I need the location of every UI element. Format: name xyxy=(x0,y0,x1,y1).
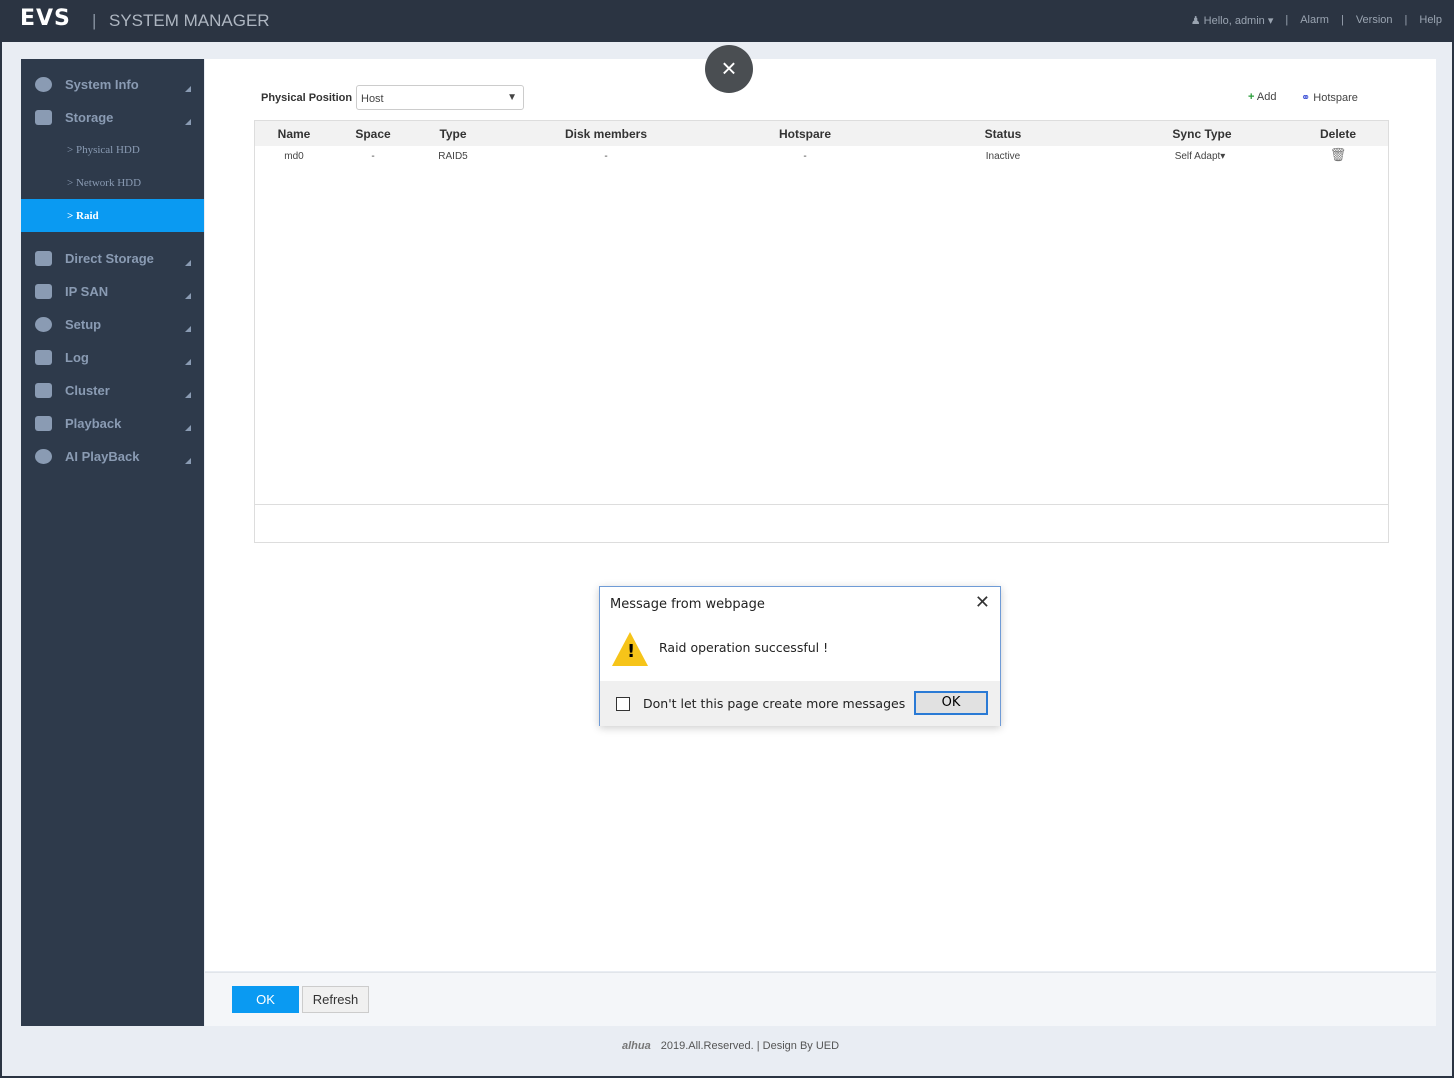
help-link[interactable]: Help xyxy=(1419,14,1442,27)
expand-arrow-icon xyxy=(185,326,191,332)
close-icon[interactable]: ✕ xyxy=(975,592,990,613)
sidebar-item-label: IP SAN xyxy=(65,284,109,299)
footer-text: 2019.All.Reserved. | Design By UED xyxy=(660,1040,840,1052)
trash-icon[interactable]: 🗑 xyxy=(1330,147,1347,163)
cell-space: - xyxy=(371,151,375,162)
expand-arrow-icon xyxy=(185,458,191,464)
playback-icon xyxy=(35,416,52,431)
user-label: Hello, admin xyxy=(1203,15,1265,27)
refresh-button[interactable]: Refresh xyxy=(302,986,369,1013)
suppress-messages-checkbox[interactable] xyxy=(616,697,630,711)
dialog-message: Raid operation successful ! xyxy=(659,640,829,655)
ok-button[interactable]: OK xyxy=(232,986,299,1013)
column-header: Sync Type xyxy=(1172,127,1232,141)
expand-arrow-icon xyxy=(185,392,191,398)
brand-logo: alhua xyxy=(622,1040,651,1052)
floppy-icon xyxy=(35,110,52,125)
add-label: Add xyxy=(1256,91,1277,103)
sidebar-item-cluster[interactable]: Cluster xyxy=(21,374,204,407)
cell-status: Inactive xyxy=(985,151,1021,162)
ai-head-icon xyxy=(35,449,52,464)
footer: alhua 2019.All.Reserved. | Design By UED xyxy=(622,1040,839,1052)
column-header: Name xyxy=(277,127,311,141)
expand-arrow-icon xyxy=(185,86,191,92)
cell-disk-members: - xyxy=(604,151,608,162)
sidebar-item-label: AI PlayBack xyxy=(65,449,140,464)
cell-type: RAID5 xyxy=(438,151,468,162)
bottom-bar: OK Refresh xyxy=(205,972,1436,1026)
expand-arrow-icon xyxy=(185,293,191,299)
sidebar-item-system-info[interactable]: System Info xyxy=(21,68,204,101)
sidebar-item-direct-storage[interactable]: Direct Storage xyxy=(21,242,204,275)
column-header: Hotspare xyxy=(778,127,832,141)
dialog-ok-button[interactable]: OK xyxy=(914,691,988,715)
divider: | xyxy=(1340,14,1344,26)
sidebar-item-setup[interactable]: Setup xyxy=(21,308,204,341)
top-bar: EVS | SYSTEM MANAGER ♟ Hello, admin ▾ | A… xyxy=(2,2,1454,42)
divider: | xyxy=(92,11,97,30)
direct-storage-icon xyxy=(35,251,52,266)
link-icon: ⚭ xyxy=(1301,92,1311,104)
sidebar-item-playback[interactable]: Playback xyxy=(21,407,204,440)
dialog-title: Message from webpage xyxy=(610,597,765,612)
sidebar-item-label: Playback xyxy=(65,416,122,431)
sidebar-sub-raid[interactable]: > Raid xyxy=(21,199,204,232)
dialog-footer: Don't let this page create more messages… xyxy=(600,681,1000,726)
sidebar-item-label: Direct Storage xyxy=(65,251,154,266)
sidebar-item-ai-playback[interactable]: AI PlayBack xyxy=(21,440,204,473)
cell-name: md0 xyxy=(284,151,304,162)
hierarchy-icon xyxy=(35,383,52,398)
sidebar-item-ip-san[interactable]: IP SAN xyxy=(21,275,204,308)
column-header: Type xyxy=(439,127,467,141)
sync-type-dropdown[interactable]: Self Adapt▾ xyxy=(1175,151,1226,162)
warning-icon: ! xyxy=(612,632,648,666)
expand-arrow-icon xyxy=(185,119,191,125)
sidebar-item-label: Setup xyxy=(65,317,102,332)
raid-table: Name Space Type Disk members Hotspare St… xyxy=(254,120,1389,543)
column-header: Status xyxy=(984,127,1022,141)
expand-arrow-icon xyxy=(185,359,191,365)
divider: | xyxy=(1285,14,1289,26)
hotspare-label: Hotspare xyxy=(1313,92,1358,104)
sidebar-sub-physical-hdd[interactable]: > Physical HDD xyxy=(21,133,204,166)
table-header: Name Space Type Disk members Hotspare St… xyxy=(255,121,1388,146)
sidebar-item-label: Log xyxy=(65,350,89,365)
select-value: Host xyxy=(361,93,384,105)
sync-type-value: Self Adapt xyxy=(1174,151,1221,162)
sidebar-item-log[interactable]: Log xyxy=(21,341,204,374)
expand-arrow-icon xyxy=(185,425,191,431)
user-menu[interactable]: ♟ Hello, admin ▾ xyxy=(1191,14,1274,27)
divider xyxy=(255,504,1388,505)
expand-arrow-icon xyxy=(185,260,191,266)
checkbox-label[interactable]: Don't let this page create more messages xyxy=(643,696,905,711)
server-icon xyxy=(35,284,52,299)
pie-chart-icon xyxy=(35,77,52,92)
column-header: Disk members xyxy=(564,127,648,141)
sidebar-item-label: System Info xyxy=(65,77,139,92)
alarm-link[interactable]: Alarm xyxy=(1300,14,1329,27)
gear-icon xyxy=(35,317,52,332)
column-header: Delete xyxy=(1319,127,1357,141)
logo: EVS xyxy=(20,6,71,31)
document-icon xyxy=(35,350,52,365)
sidebar-item-label: Storage xyxy=(65,110,114,125)
hotspare-button[interactable]: ⚭ Hotspare xyxy=(1301,91,1358,104)
sidebar-item-storage[interactable]: Storage xyxy=(21,101,204,134)
cell-hotspare: - xyxy=(803,151,807,162)
dropdown-arrow-icon: ▼ xyxy=(507,92,517,103)
sidebar-sub-network-hdd[interactable]: > Network HDD xyxy=(21,166,204,199)
message-dialog: Message from webpage ✕ ! Raid operation … xyxy=(599,586,1001,726)
physical-position-select[interactable]: Host ▼ xyxy=(356,85,524,110)
version-link[interactable]: Version xyxy=(1356,14,1393,27)
add-button[interactable]: + Add xyxy=(1248,91,1276,103)
physical-position-label: Physical Position xyxy=(261,92,353,104)
close-overlay-button[interactable]: × xyxy=(705,45,753,93)
plus-icon: + xyxy=(1248,91,1255,103)
column-header: Space xyxy=(355,127,391,141)
divider: | xyxy=(1404,14,1408,26)
app-title: SYSTEM MANAGER xyxy=(109,11,270,30)
sidebar-item-label: Cluster xyxy=(65,383,110,398)
sidebar: System Info Storage > Physical HDD > Net… xyxy=(21,59,204,1026)
